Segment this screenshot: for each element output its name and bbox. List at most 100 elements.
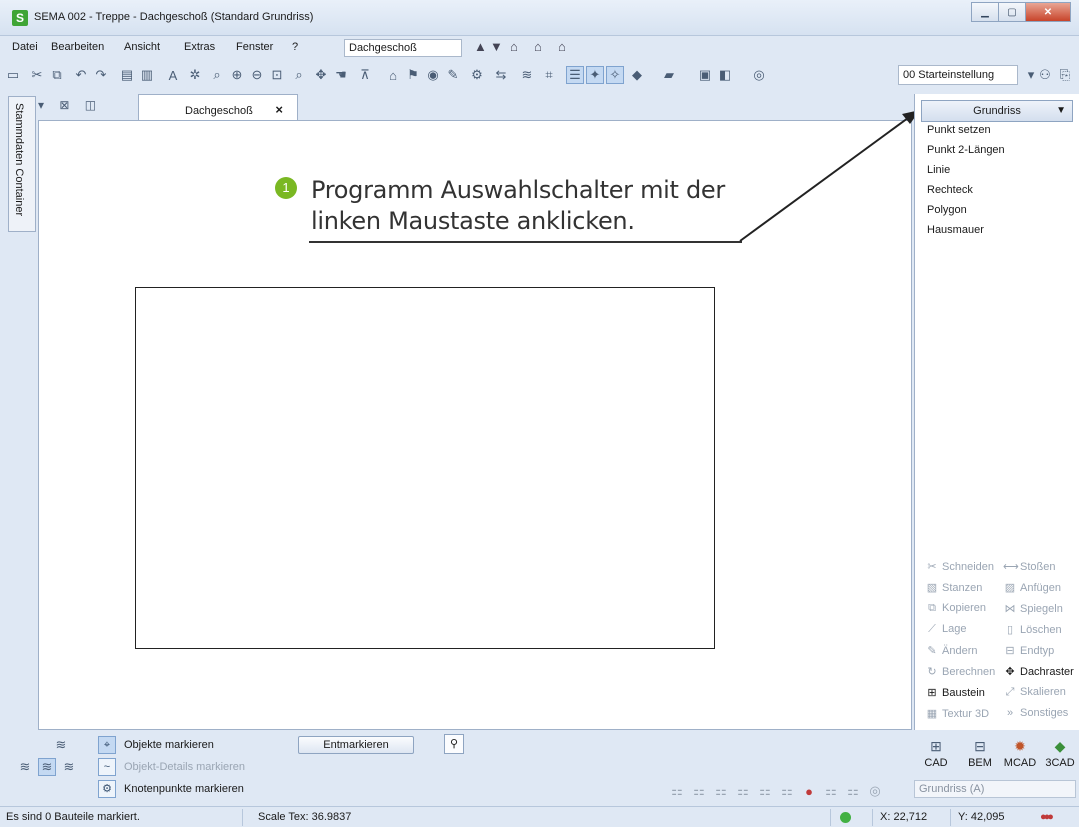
copy-icon[interactable]: ⧉ <box>48 66 66 84</box>
marker-icon[interactable]: ● <box>800 782 818 800</box>
edit-textur-3d-button[interactable]: ▦ Textur 3D <box>925 707 989 720</box>
cmd-punkt-setzen[interactable]: Punkt setzen <box>927 124 991 136</box>
layers-icon[interactable]: ≋ <box>52 736 70 754</box>
house-icon[interactable]: ⌂ <box>384 66 402 84</box>
redo-icon[interactable]: ↷ <box>92 66 110 84</box>
module-3cad-button[interactable]: ◆ 3CAD <box>1042 738 1078 769</box>
mode-icon[interactable]: ☰ <box>566 66 584 84</box>
close-window-button[interactable]: ✕ <box>1025 2 1071 22</box>
menu-datei[interactable]: Datei <box>12 41 38 53</box>
zoom-window-icon[interactable]: ⊡ <box>268 66 286 84</box>
panel-icon[interactable]: ◧ <box>716 66 734 84</box>
floor-up-icon[interactable]: ▲ <box>474 39 487 54</box>
filter-icon[interactable]: ⚏ <box>712 782 730 800</box>
select-nodes-icon[interactable]: ⚙ <box>98 780 116 798</box>
edit-spiegeln-button[interactable]: ⋈ Spiegeln <box>1003 602 1063 615</box>
cube-icon[interactable]: ◆ <box>628 66 646 84</box>
tag-icon[interactable]: ▰ <box>660 66 678 84</box>
pin-icon[interactable]: ⊠ <box>59 98 69 112</box>
layer-select[interactable]: 00 Starteinstellung <box>898 65 1018 85</box>
program-switch-button[interactable]: Grundriss ▼ <box>921 100 1073 122</box>
print-icon[interactable]: ▤ <box>118 66 136 84</box>
panel-icon[interactable]: ▣ <box>696 66 714 84</box>
edit-endtyp-button[interactable]: ⊟ Endtyp <box>1003 644 1054 657</box>
filter-icon[interactable]: ⚏ <box>690 782 708 800</box>
scale-icon[interactable]: ⌗ <box>540 66 558 84</box>
zoom-out-icon[interactable]: ⊖ <box>248 66 266 84</box>
mark-objects-label[interactable]: Objekte markieren <box>124 739 214 751</box>
tab-dachgeschoss[interactable]: Dachgeschoß × <box>138 94 298 121</box>
settings-icon[interactable]: ⚙ <box>468 66 486 84</box>
filter-icon[interactable]: ⚏ <box>734 782 752 800</box>
cmd-punkt-2-laengen[interactable]: Punkt 2-Längen <box>927 144 1005 156</box>
text-icon[interactable]: A <box>164 66 182 84</box>
menu-extras[interactable]: Extras <box>184 41 215 53</box>
mode-icon[interactable]: ✦ <box>586 66 604 84</box>
stammdaten-container-tab[interactable]: Stammdaten Container <box>8 96 36 232</box>
edit-dachraster-button[interactable]: ✥ Dachraster <box>1003 665 1073 678</box>
close-tab-icon[interactable]: × <box>275 102 283 117</box>
mark-details-label[interactable]: Objekt-Details markieren <box>124 761 245 773</box>
zoom-in-icon[interactable]: ⊕ <box>228 66 246 84</box>
mode-icon[interactable]: ✧ <box>606 66 624 84</box>
edit-loeschen-button[interactable]: ▯ Löschen <box>1003 623 1062 636</box>
drawing-canvas[interactable]: 1 Programm Auswahlschalter mit der linke… <box>38 120 912 730</box>
mark-nodes-label[interactable]: Knotenpunkte markieren <box>124 783 244 795</box>
edit-anfuegen-button[interactable]: ▨ Anfügen <box>1003 581 1061 594</box>
filter-icon[interactable]: ⚏ <box>822 782 840 800</box>
zoom-icon[interactable]: ⌕ <box>208 66 226 84</box>
filter-icon[interactable]: ⚏ <box>778 782 796 800</box>
edit-schneiden-button[interactable]: ✂ Schneiden <box>925 560 994 573</box>
cmd-linie[interactable]: Linie <box>927 164 950 176</box>
edit-aendern-button[interactable]: ✎ Ändern <box>925 644 977 657</box>
house-icon[interactable]: ⌂ <box>510 39 518 54</box>
select-details-icon[interactable]: ~ <box>98 758 116 776</box>
edit-baustein-button[interactable]: ⊞ Baustein <box>925 686 984 699</box>
maximize-button[interactable]: ▢ <box>998 2 1026 22</box>
module-mcad-button[interactable]: ✹ MCAD <box>1002 738 1038 769</box>
edit-stanzen-button[interactable]: ▧ Stanzen <box>925 581 983 594</box>
menu-ansicht[interactable]: Ansicht <box>124 41 160 53</box>
flag-icon[interactable]: ⚑ <box>404 66 422 84</box>
menu-fenster[interactable]: Fenster <box>236 41 273 53</box>
unmark-button[interactable]: Entmarkieren <box>298 736 414 754</box>
cut-icon[interactable]: ✂ <box>28 66 46 84</box>
group-icon[interactable]: ⚇ <box>1036 66 1054 84</box>
export-icon[interactable]: ⎘ <box>1056 66 1074 84</box>
edit-berechnen-button[interactable]: ↻ Berechnen <box>925 665 995 678</box>
light-icon[interactable]: ✲ <box>186 66 204 84</box>
snap-icon[interactable]: ⊼ <box>356 66 374 84</box>
open-icon[interactable]: ▭ <box>4 66 22 84</box>
layers-icon[interactable]: ≋ <box>60 758 78 776</box>
split-icon[interactable]: ◫ <box>85 98 96 112</box>
layers-icon[interactable]: ≋ <box>16 758 34 776</box>
eye-icon[interactable]: ◎ <box>866 782 884 800</box>
view-select[interactable]: Grundriss (A) <box>914 780 1076 798</box>
edit-stossen-button[interactable]: ⟷Stoßen <box>1003 560 1055 573</box>
eye-icon[interactable]: ◎ <box>750 66 768 84</box>
dxf-icon[interactable]: ⇆ <box>492 66 510 84</box>
house-icon[interactable]: ⌂ <box>534 39 542 54</box>
user-search-icon[interactable]: ⚲ <box>444 734 464 754</box>
menu-help[interactable]: ? <box>292 41 298 53</box>
menu-bearbeiten[interactable]: Bearbeiten <box>51 41 104 53</box>
filter-icon[interactable]: ⚏ <box>844 782 862 800</box>
filter-icon[interactable]: ⚏ <box>756 782 774 800</box>
drawn-rectangle[interactable] <box>135 287 715 649</box>
select-objects-icon[interactable]: ⌖ <box>98 736 116 754</box>
floor-down-icon[interactable]: ▼ <box>490 39 503 54</box>
edit-sonstiges-button[interactable]: » Sonstiges <box>1003 707 1068 719</box>
zoom-all-icon[interactable]: ⌕ <box>290 66 308 84</box>
view-icon[interactable]: ◉ <box>424 66 442 84</box>
cmd-hausmauer[interactable]: Hausmauer <box>927 224 984 236</box>
floor-select[interactable]: Dachgeschoß <box>344 39 462 57</box>
edit-kopieren-button[interactable]: ⧉ Kopieren <box>925 602 986 615</box>
house-icon[interactable]: ⌂ <box>558 39 566 54</box>
cmd-rechteck[interactable]: Rechteck <box>927 184 973 196</box>
edit-lage-button[interactable]: ⟋ Lage <box>925 623 966 636</box>
edit-skalieren-button[interactable]: ⤢ Skalieren <box>1003 686 1066 699</box>
pencil-icon[interactable]: ✎ <box>444 66 462 84</box>
cmd-polygon[interactable]: Polygon <box>927 204 967 216</box>
layers-icon[interactable]: ≋ <box>518 66 536 84</box>
module-bem-button[interactable]: ⊟ BEM <box>962 738 998 769</box>
